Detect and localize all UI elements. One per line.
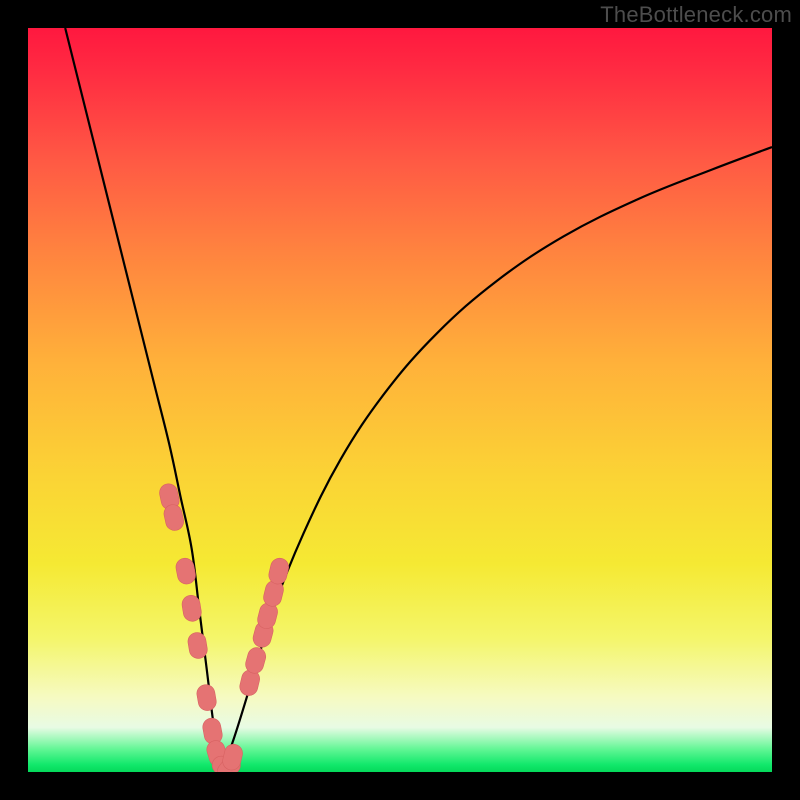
plot-area xyxy=(28,28,772,772)
chart-frame: TheBottleneck.com xyxy=(0,0,800,800)
bottleneck-curve-path xyxy=(65,28,772,769)
curve-marker xyxy=(195,683,217,712)
curve-marker xyxy=(181,594,203,623)
curve-layer xyxy=(28,28,772,772)
watermark-text: TheBottleneck.com xyxy=(600,2,792,28)
marker-group xyxy=(158,482,291,772)
